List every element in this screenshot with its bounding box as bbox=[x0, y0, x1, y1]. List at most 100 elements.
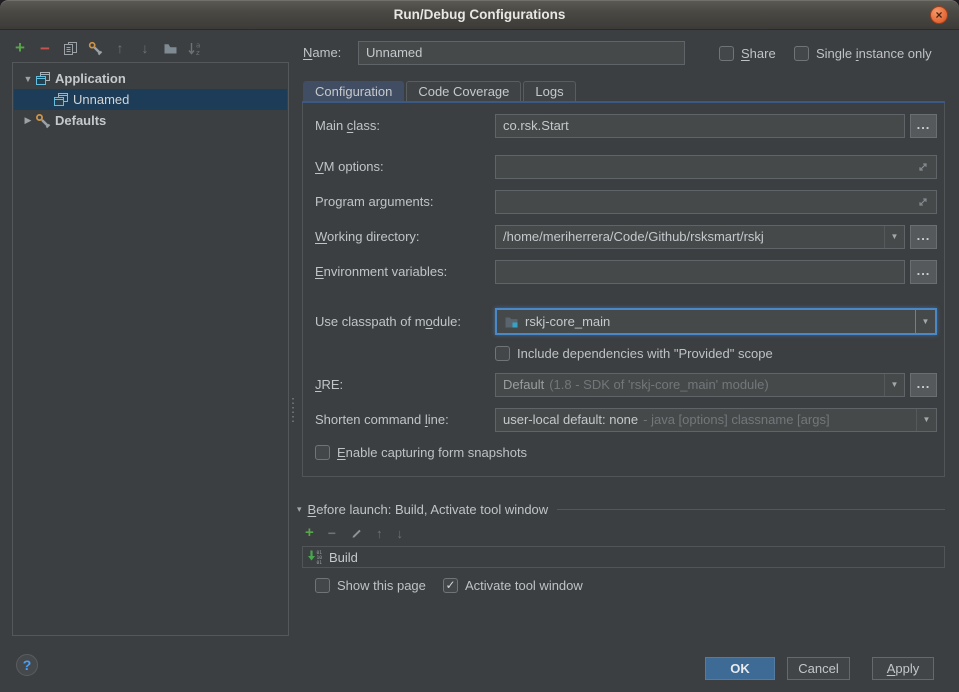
arrow-up-icon: ↑ bbox=[117, 40, 124, 56]
before-launch-title: Before launch: Build, Activate tool wind… bbox=[308, 502, 549, 517]
jre-browse-button[interactable]: ... bbox=[910, 373, 937, 397]
apply-button[interactable]: Apply bbox=[872, 657, 934, 680]
edit-defaults-button[interactable] bbox=[87, 40, 103, 56]
move-up-button[interactable]: ↑ bbox=[112, 40, 128, 56]
before-launch-task-build[interactable]: 01 10 01 Build bbox=[302, 546, 945, 568]
application-icon bbox=[35, 71, 51, 87]
chevron-down-icon[interactable]: ▼ bbox=[21, 74, 35, 84]
environment-variables-input[interactable] bbox=[495, 260, 905, 284]
panel-splitter[interactable] bbox=[292, 398, 294, 424]
include-provided-group: Include dependencies with "Provided" sco… bbox=[495, 345, 773, 362]
dropdown-arrow-icon[interactable]: ▼ bbox=[884, 374, 904, 396]
create-folder-button[interactable] bbox=[162, 40, 178, 56]
expand-field-icon[interactable] bbox=[917, 161, 929, 173]
shorten-command-line-label: Shorten command line: bbox=[315, 408, 449, 432]
before-launch-header[interactable]: ▾ Before launch: Build, Activate tool wi… bbox=[297, 500, 945, 518]
copy-configuration-button[interactable] bbox=[62, 40, 78, 56]
dropdown-arrow-icon[interactable]: ▼ bbox=[916, 409, 936, 431]
single-instance-checkbox[interactable] bbox=[794, 46, 809, 61]
cancel-button[interactable]: Cancel bbox=[787, 657, 850, 680]
title-bar[interactable]: Run/Debug Configurations × bbox=[0, 0, 959, 30]
enable-snapshots-checkbox[interactable] bbox=[315, 445, 330, 460]
tab-code-coverage[interactable]: Code Coverage bbox=[406, 81, 521, 101]
share-label: Share bbox=[741, 46, 776, 61]
configurations-toolbar: + − ↑ ↓ bbox=[12, 40, 203, 56]
environment-variables-browse-button[interactable]: ... bbox=[910, 260, 937, 284]
jre-label: JRE: bbox=[315, 373, 343, 397]
task-down-icon[interactable]: ↓ bbox=[396, 526, 403, 541]
use-classpath-label: Use classpath of module: bbox=[315, 309, 461, 333]
vm-options-input[interactable] bbox=[495, 155, 937, 179]
main-class-input[interactable]: co.rsk.Start bbox=[495, 114, 905, 138]
window-title: Run/Debug Configurations bbox=[0, 0, 959, 30]
name-input[interactable]: Unnamed bbox=[358, 41, 685, 65]
configurations-tree: ▼ Application bbox=[12, 62, 289, 636]
collapse-arrow-icon[interactable]: ▾ bbox=[297, 504, 302, 515]
working-directory-combobox[interactable]: /home/meriherrera/Code/Github/rsksmart/r… bbox=[495, 225, 905, 249]
chevron-right-icon[interactable]: ▶ bbox=[21, 115, 35, 126]
tree-item-label: Defaults bbox=[55, 113, 106, 128]
build-icon: 01 10 01 bbox=[307, 549, 323, 565]
single-instance-label: Single instance only bbox=[816, 46, 932, 61]
tree-item-application[interactable]: ▼ Application bbox=[14, 68, 287, 89]
svg-text:01: 01 bbox=[317, 560, 323, 565]
remove-configuration-button[interactable]: − bbox=[37, 40, 53, 56]
edit-task-icon[interactable] bbox=[350, 527, 362, 539]
tree-item-label: Application bbox=[55, 71, 126, 86]
share-checkbox-group: Share bbox=[719, 45, 776, 62]
tab-bar: Configuration Code Coverage Logs bbox=[303, 81, 578, 101]
settings-wrench-icon bbox=[35, 113, 51, 129]
expand-field-icon[interactable] bbox=[917, 196, 929, 208]
activate-tool-window-checkbox[interactable] bbox=[443, 578, 458, 593]
include-provided-checkbox[interactable] bbox=[495, 346, 510, 361]
add-configuration-button[interactable]: + bbox=[12, 40, 28, 56]
main-class-browse-button[interactable]: ... bbox=[910, 114, 937, 138]
remove-task-icon[interactable]: − bbox=[328, 525, 336, 541]
tree-item-defaults[interactable]: ▶ Defaults bbox=[14, 110, 287, 131]
tree-item-label: Unnamed bbox=[73, 92, 129, 107]
show-this-page-label: Show this page bbox=[337, 578, 426, 593]
tree-item-unnamed[interactable]: Unnamed bbox=[14, 89, 287, 110]
svg-text:z: z bbox=[196, 49, 200, 56]
header-rule bbox=[557, 509, 945, 510]
ok-button[interactable]: OK bbox=[705, 657, 775, 680]
tab-configuration[interactable]: Configuration bbox=[303, 81, 404, 101]
main-class-label: Main class: bbox=[315, 114, 380, 138]
remove-icon: − bbox=[40, 42, 50, 55]
help-button[interactable]: ? bbox=[16, 654, 38, 676]
tab-logs[interactable]: Logs bbox=[523, 81, 575, 101]
activate-tool-window-group: Activate tool window bbox=[443, 577, 583, 594]
single-instance-checkbox-group: Single instance only bbox=[794, 45, 932, 62]
copy-icon bbox=[63, 41, 78, 56]
sort-alphabetically-icon: a z bbox=[188, 41, 203, 56]
arrow-down-icon: ↓ bbox=[142, 40, 149, 56]
dropdown-arrow-icon[interactable]: ▼ bbox=[884, 226, 904, 248]
task-up-icon[interactable]: ↑ bbox=[376, 526, 383, 541]
use-classpath-combobox[interactable]: rskj-core_main ▼ bbox=[495, 308, 937, 335]
move-down-button[interactable]: ↓ bbox=[137, 40, 153, 56]
include-provided-label: Include dependencies with "Provided" sco… bbox=[517, 346, 773, 361]
wrench-gear-icon bbox=[88, 41, 103, 56]
add-icon: + bbox=[15, 41, 25, 55]
enable-snapshots-label: Enable capturing form snapshots bbox=[337, 445, 527, 460]
program-arguments-label: Program arguments: bbox=[315, 190, 434, 214]
shorten-command-line-combobox[interactable]: user-local default: none - java [options… bbox=[495, 408, 937, 432]
show-this-page-checkbox[interactable] bbox=[315, 578, 330, 593]
module-icon bbox=[504, 314, 519, 329]
environment-variables-label: Environment variables: bbox=[315, 260, 447, 284]
run-debug-configurations-dialog: Run/Debug Configurations × + − ↑ ↓ bbox=[0, 0, 959, 692]
sort-configurations-button[interactable]: a z bbox=[187, 40, 203, 56]
share-checkbox[interactable] bbox=[719, 46, 734, 61]
add-task-icon[interactable]: + bbox=[305, 526, 314, 540]
close-icon[interactable]: × bbox=[930, 6, 948, 24]
program-arguments-input[interactable] bbox=[495, 190, 937, 214]
jre-combobox[interactable]: Default (1.8 - SDK of 'rskj-core_main' m… bbox=[495, 373, 905, 397]
name-label: Name: bbox=[303, 41, 341, 65]
application-icon bbox=[53, 92, 69, 108]
working-directory-label: Working directory: bbox=[315, 225, 420, 249]
show-this-page-group: Show this page bbox=[315, 577, 426, 594]
dropdown-arrow-icon[interactable]: ▼ bbox=[915, 310, 935, 333]
vm-options-label: VM options: bbox=[315, 155, 384, 179]
working-directory-browse-button[interactable]: ... bbox=[910, 225, 937, 249]
enable-snapshots-group: Enable capturing form snapshots bbox=[315, 444, 527, 461]
